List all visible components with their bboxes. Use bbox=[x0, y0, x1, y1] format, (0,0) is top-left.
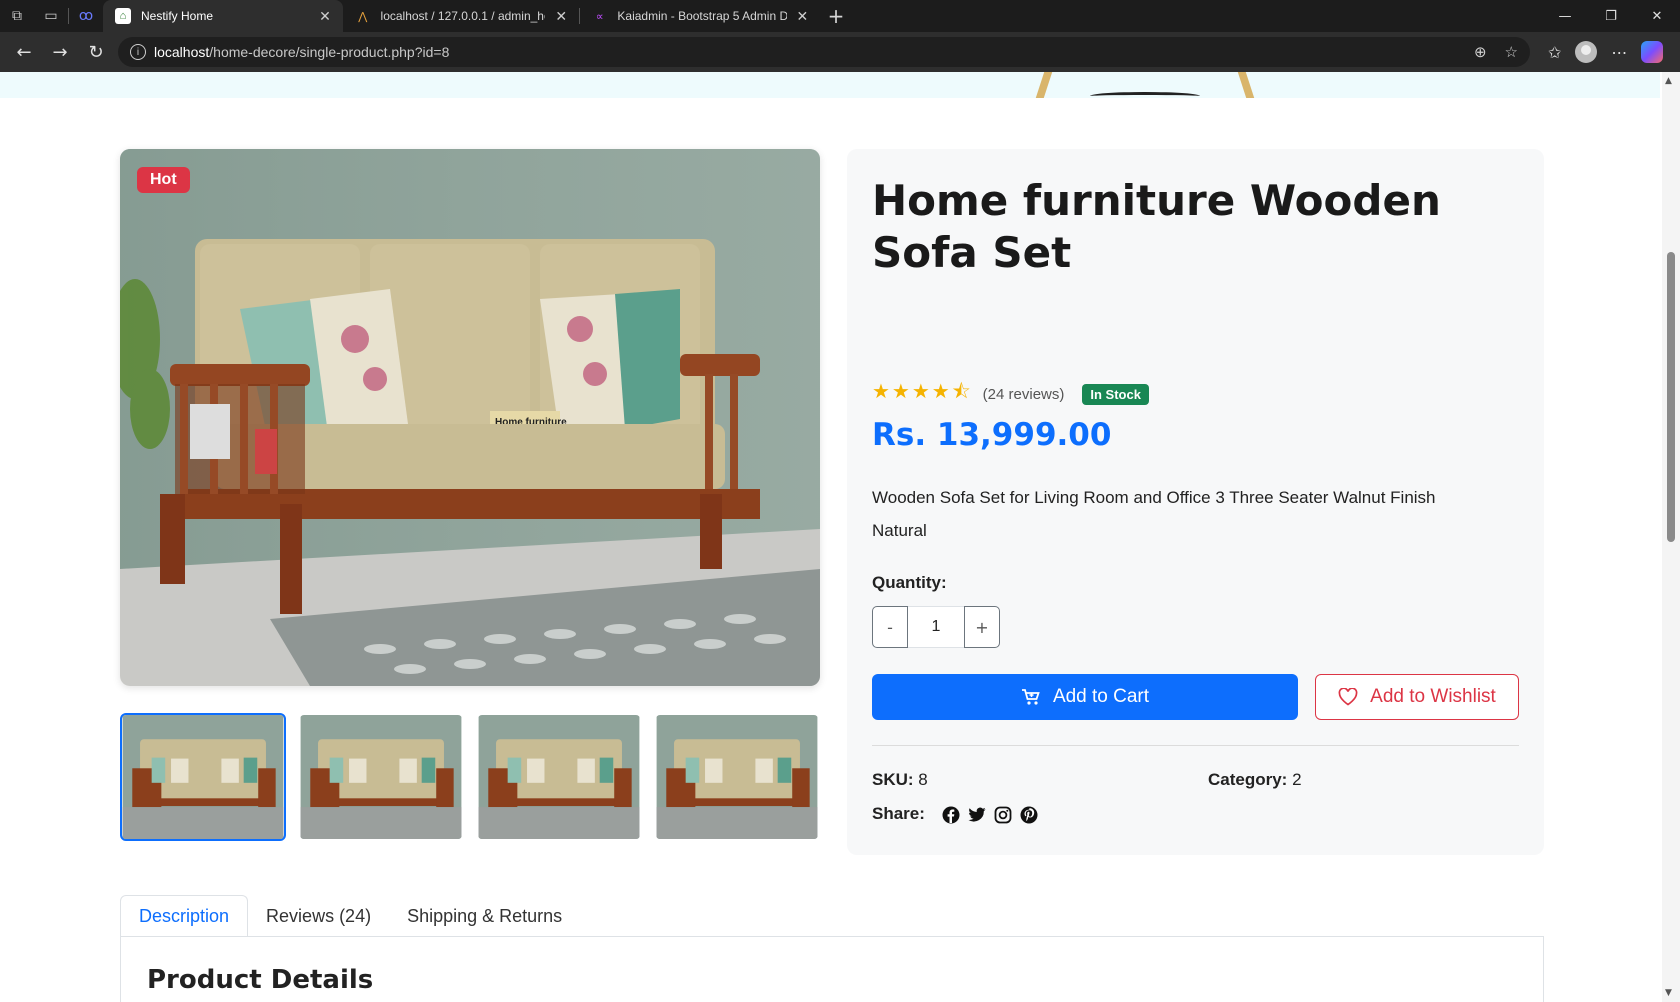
thumbnail-3[interactable] bbox=[476, 713, 642, 841]
favorites-icon[interactable]: ✩ bbox=[1548, 43, 1561, 62]
product-title: Home furniture Wooden Sofa Set bbox=[872, 176, 1441, 277]
workspaces-icon[interactable]: ⧉ bbox=[0, 0, 34, 32]
share-row: Share: bbox=[872, 804, 1038, 824]
tab-shipping-returns[interactable]: Shipping & Returns bbox=[389, 895, 580, 937]
thumbnail-2[interactable] bbox=[298, 713, 464, 841]
tab-title: Kaiadmin - Bootstrap 5 Admin Dashboard bbox=[617, 9, 787, 23]
add-to-wishlist-label: Add to Wishlist bbox=[1370, 686, 1496, 707]
lamp-graphic bbox=[1025, 72, 1265, 98]
scroll-down-icon[interactable]: ▼ bbox=[1665, 988, 1672, 998]
back-icon[interactable]: ← bbox=[6, 36, 42, 68]
vertical-tabs-icon[interactable]: ▭ bbox=[34, 0, 68, 32]
sofa-thumbnail bbox=[122, 715, 284, 839]
product-tabs: Description Reviews (24) Shipping & Retu… bbox=[120, 895, 1544, 937]
divider bbox=[872, 745, 1519, 746]
stock-badge: In Stock bbox=[1082, 383, 1149, 405]
zoom-icon[interactable]: ⊕ bbox=[1474, 43, 1487, 61]
address-bar-row: ← → ↻ i localhost /home-decore/single-pr… bbox=[0, 32, 1680, 72]
tab-description[interactable]: Description bbox=[120, 895, 249, 937]
category-value: 2 bbox=[1292, 770, 1302, 789]
pinterest-icon[interactable] bbox=[1020, 806, 1038, 824]
instagram-icon[interactable] bbox=[994, 806, 1012, 824]
sku-row: SKU: 8 bbox=[872, 770, 928, 790]
panel-title: Product Details bbox=[147, 965, 374, 995]
url-host: localhost bbox=[154, 44, 210, 60]
phpmyadmin-favicon-icon: ⋀ bbox=[358, 10, 368, 23]
copilot-icon[interactable] bbox=[1641, 41, 1664, 63]
close-tab-icon[interactable]: ✕ bbox=[795, 8, 810, 25]
nestify-favicon-icon: ⌂ bbox=[115, 8, 131, 24]
star-rating-icon: ★★★★⯪ bbox=[872, 381, 973, 403]
hero-banner-bottom bbox=[0, 72, 1660, 98]
sofa-thumbnail bbox=[478, 715, 640, 839]
close-tab-icon[interactable]: ✕ bbox=[317, 8, 333, 25]
browser-tab-nestify[interactable]: ⌂ Nestify Home ✕ bbox=[103, 0, 343, 32]
restore-icon[interactable]: ❐ bbox=[1588, 0, 1634, 32]
quantity-increase-button[interactable]: + bbox=[964, 606, 1000, 648]
sku-label: SKU: bbox=[872, 770, 914, 789]
tab-panel: Product Details bbox=[120, 936, 1544, 1002]
refresh-icon[interactable]: ↻ bbox=[78, 36, 114, 68]
category-row: Category: 2 bbox=[1208, 770, 1302, 790]
site-info-icon[interactable]: i bbox=[130, 44, 146, 60]
page-viewport: Hot Home furniture Home furniture Wooden… bbox=[0, 72, 1680, 1002]
facebook-icon[interactable] bbox=[942, 806, 960, 824]
reviews-count[interactable]: (24 reviews) bbox=[983, 386, 1065, 403]
add-to-cart-button[interactable]: Add to Cart bbox=[872, 674, 1298, 720]
add-to-cart-label: Add to Cart bbox=[1052, 686, 1150, 707]
twitter-icon[interactable] bbox=[968, 806, 986, 824]
favorite-star-icon[interactable]: ☆ bbox=[1505, 43, 1518, 61]
pinned-tab-icon[interactable]: ꝏ bbox=[69, 0, 103, 32]
window-controls: — ❐ ✕ bbox=[1542, 0, 1680, 32]
category-label: Category: bbox=[1208, 770, 1288, 789]
close-tab-icon[interactable]: ✕ bbox=[553, 8, 569, 25]
browser-tab-bar: ⧉ ▭ ꝏ ⌂ Nestify Home ✕ ⋀ localhost / 127… bbox=[0, 0, 1680, 32]
scroll-up-icon[interactable]: ▲ bbox=[1665, 76, 1672, 86]
product-price: Rs. 13,999.00 bbox=[872, 417, 1112, 453]
product-info-card: Home furniture Wooden Sofa Set ★★★★⯪ (24… bbox=[847, 149, 1544, 855]
tab-title: localhost / 127.0.0.1 / admin_home bbox=[380, 9, 546, 23]
sofa-thumbnail bbox=[656, 715, 818, 839]
product-description: Wooden Sofa Set for Living Room and Offi… bbox=[872, 488, 1436, 540]
sofa-photo: Home furniture bbox=[120, 149, 820, 686]
share-label: Share: bbox=[872, 804, 925, 823]
thumbnail-4[interactable] bbox=[654, 713, 820, 841]
forward-icon[interactable]: → bbox=[42, 36, 78, 68]
url-path: /home-decore/single-product.php?id=8 bbox=[209, 44, 450, 60]
cart-icon bbox=[1021, 689, 1040, 705]
product-main-image[interactable]: Hot Home furniture bbox=[120, 149, 820, 686]
sofa-thumbnail bbox=[300, 715, 462, 839]
quantity-input[interactable]: 1 bbox=[908, 606, 964, 648]
kaiadmin-favicon-icon: ∝ bbox=[595, 10, 604, 23]
tab-reviews[interactable]: Reviews (24) bbox=[248, 895, 389, 937]
thumbnail-strip bbox=[120, 713, 820, 841]
more-menu-icon[interactable]: ⋯ bbox=[1611, 43, 1627, 62]
new-tab-button[interactable]: + bbox=[820, 4, 852, 28]
tab-title: Nestify Home bbox=[141, 9, 214, 23]
browser-tab-phpmyadmin[interactable]: ⋀ localhost / 127.0.0.1 / admin_home ✕ bbox=[343, 0, 579, 32]
sku-value: 8 bbox=[918, 770, 928, 789]
quantity-decrease-button[interactable]: - bbox=[872, 606, 908, 648]
scrollbar-thumb[interactable] bbox=[1667, 252, 1675, 542]
url-field[interactable]: i localhost /home-decore/single-product.… bbox=[118, 37, 1530, 67]
profile-avatar-icon[interactable] bbox=[1575, 41, 1598, 63]
rating-row: ★★★★⯪ (24 reviews) In Stock bbox=[872, 377, 1149, 411]
close-window-icon[interactable]: ✕ bbox=[1634, 0, 1680, 32]
heart-icon bbox=[1338, 688, 1358, 706]
minimize-icon[interactable]: — bbox=[1542, 0, 1588, 32]
hot-badge: Hot bbox=[137, 167, 190, 193]
quantity-label: Quantity: bbox=[872, 573, 947, 592]
quantity-stepper: - 1 + bbox=[872, 606, 1000, 648]
page-scrollbar[interactable]: ▲ ▼ bbox=[1662, 72, 1680, 1002]
add-to-wishlist-button[interactable]: Add to Wishlist bbox=[1315, 674, 1519, 720]
browser-tab-kaiadmin[interactable]: ∝ Kaiadmin - Bootstrap 5 Admin Dashboard… bbox=[580, 0, 820, 32]
thumbnail-1[interactable] bbox=[120, 713, 286, 841]
